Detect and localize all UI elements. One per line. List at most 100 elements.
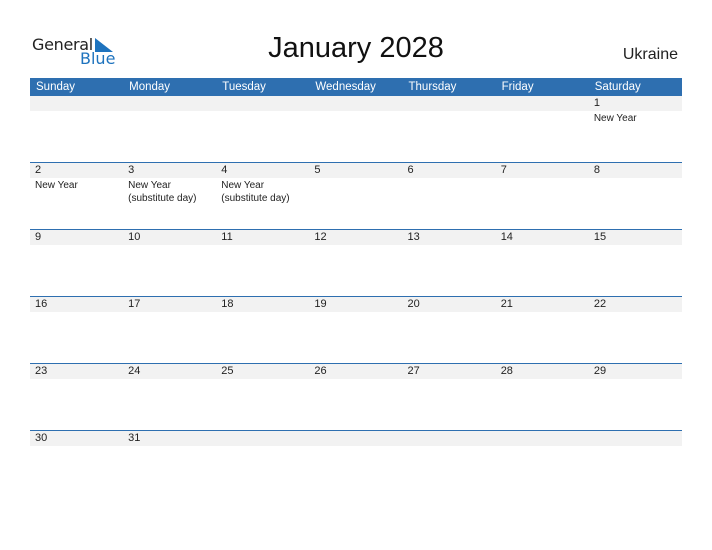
day-cell: 18 [216, 297, 309, 364]
day-number: 27 [407, 365, 420, 377]
day-number [501, 431, 589, 446]
day-number: 30 [35, 432, 48, 444]
day-number [314, 431, 402, 446]
week-row: 23 24 25 26 27 28 29 [30, 363, 682, 431]
week-row: 9 10 11 12 13 14 15 [30, 229, 682, 297]
day-number: 31 [128, 432, 141, 444]
day-cell: 26 [309, 364, 402, 431]
weekday-tuesday: Tuesday [222, 81, 266, 93]
holiday-label: New Year [35, 180, 78, 191]
day-cell [123, 96, 216, 163]
day-number: 6 [407, 164, 414, 176]
day-cell [30, 96, 123, 163]
day-cell: 17 [123, 297, 216, 364]
day-number: 10 [128, 231, 141, 243]
week-row: 30 31 [30, 430, 682, 498]
day-number: 9 [35, 231, 42, 243]
day-number: 5 [314, 164, 321, 176]
day-number: 4 [221, 164, 228, 176]
day-number: 3 [128, 164, 135, 176]
day-number: 26 [314, 365, 327, 377]
day-cell: 9 [30, 230, 123, 297]
day-number [408, 431, 496, 446]
weekday-monday: Monday [129, 81, 171, 93]
day-number: 14 [500, 231, 513, 243]
calendar-title: January 2028 [268, 32, 444, 64]
day-cell: 8 [589, 163, 682, 230]
day-number: 22 [593, 298, 607, 310]
day-cell: 23 [30, 364, 123, 431]
day-cell [216, 431, 309, 498]
day-number [221, 431, 309, 446]
day-number: 8 [593, 164, 600, 176]
day-cell: 24 [123, 364, 216, 431]
day-cell: 28 [496, 364, 589, 431]
day-number [221, 96, 309, 111]
holiday-label: New Year [593, 113, 637, 124]
day-number: 15 [593, 231, 607, 243]
country-label: Ukraine [622, 46, 678, 63]
day-cell: 21 [496, 297, 589, 364]
day-number: 13 [407, 231, 420, 243]
day-cell [216, 96, 309, 163]
day-cell: 19 [309, 297, 402, 364]
day-cell: 13 [403, 230, 496, 297]
day-number: 16 [35, 298, 48, 310]
weekday-saturday: Saturday [594, 81, 641, 93]
day-number [128, 96, 216, 111]
day-cell [309, 96, 402, 163]
day-cell: 7 [496, 163, 589, 230]
day-cell: 2 New Year [30, 163, 123, 230]
day-number [314, 96, 402, 111]
holiday-label: New Year (substitute day) [221, 180, 290, 204]
week-row: 2 New Year 3 New Year (substitute day) 4 New Y… [30, 162, 682, 230]
day-number [35, 96, 123, 111]
day-cell: 10 [123, 230, 216, 297]
day-number: 23 [35, 365, 48, 377]
day-number [501, 96, 589, 111]
day-cell: 31 [123, 431, 216, 498]
weekday-friday: Friday [501, 81, 534, 93]
day-cell: 14 [496, 230, 589, 297]
day-cell: 29 [589, 364, 682, 431]
day-number: 25 [221, 365, 234, 377]
day-number [594, 431, 682, 446]
weekday-sunday: Sunday [36, 81, 76, 93]
day-number: 28 [500, 365, 513, 377]
day-cell: 20 [403, 297, 496, 364]
day-number: 11 [221, 231, 233, 243]
day-cell [496, 431, 589, 498]
day-cell: 22 [589, 297, 682, 364]
day-number: 19 [314, 298, 327, 310]
day-cell: 5 [309, 163, 402, 230]
day-cell: 4 New Year (substitute day) [216, 163, 309, 230]
day-cell [403, 96, 496, 163]
day-number: 17 [128, 298, 141, 310]
week-row: 1 New Year [30, 96, 682, 163]
week-row: 16 17 18 19 20 21 22 [30, 296, 682, 364]
day-number: 18 [221, 298, 234, 310]
day-cell: 11 [216, 230, 309, 297]
day-cell: 12 [309, 230, 402, 297]
day-number: 21 [500, 298, 513, 310]
day-number: 2 [35, 164, 42, 176]
day-number: 29 [593, 365, 607, 377]
day-cell [589, 431, 682, 498]
day-cell: 1 New Year [589, 96, 682, 163]
day-number: 1 [593, 97, 600, 109]
day-number: 7 [500, 164, 507, 176]
day-cell: 15 [589, 230, 682, 297]
day-cell: 16 [30, 297, 123, 364]
day-cell [403, 431, 496, 498]
day-number [408, 96, 496, 111]
weekday-header: Sunday Monday Tuesday Wednesday Thursday… [30, 78, 682, 96]
day-cell: 3 New Year (substitute day) [123, 163, 216, 230]
holiday-label: New Year (substitute day) [128, 180, 197, 204]
day-number: 20 [407, 298, 420, 310]
day-cell: 6 [403, 163, 496, 230]
day-number: 24 [128, 365, 141, 377]
day-cell [309, 431, 402, 498]
weekday-wednesday: Wednesday [315, 81, 376, 93]
day-cell: 30 [30, 431, 123, 498]
day-cell: 27 [403, 364, 496, 431]
